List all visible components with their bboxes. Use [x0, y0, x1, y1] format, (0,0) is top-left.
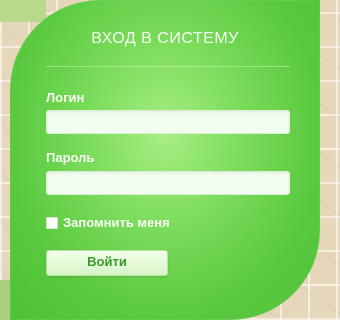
login-input[interactable]	[46, 110, 290, 134]
remember-me-checkbox[interactable]	[46, 216, 58, 229]
password-label: Пароль	[46, 150, 95, 165]
title-divider	[46, 66, 290, 67]
password-input[interactable]	[46, 171, 290, 195]
login-button[interactable]: Войти	[46, 250, 168, 276]
login-label: Логин	[46, 90, 85, 105]
map-green-area	[0, 0, 46, 22]
login-title: ВХОД В СИСТЕМУ	[91, 30, 239, 47]
remember-me-label[interactable]: Запомнить меня	[63, 215, 170, 230]
remember-me[interactable]: Запомнить меня	[46, 215, 170, 230]
login-panel: ВХОД В СИСТЕМУ Логин Пароль Запомнить ме…	[10, 0, 320, 320]
